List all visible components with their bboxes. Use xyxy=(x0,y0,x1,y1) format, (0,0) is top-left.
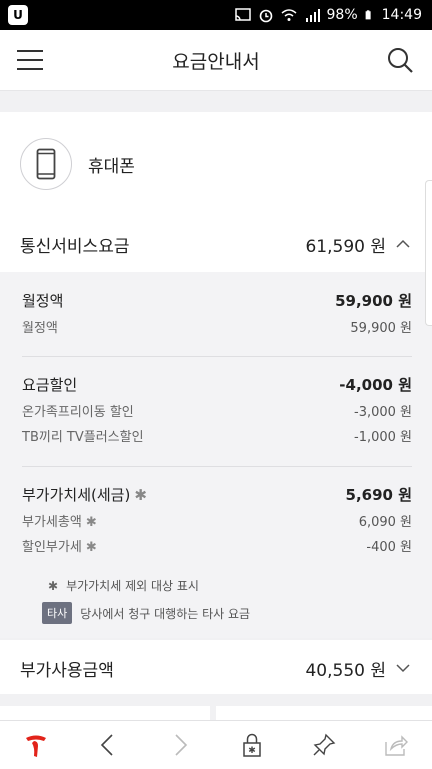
vat-legend: ✱ 부가가치세 제외 대상 표시 xyxy=(48,577,199,594)
next-card-edge xyxy=(216,706,432,720)
asterisk-icon: ✱ xyxy=(85,515,97,530)
app-notification-icon: U xyxy=(8,5,28,25)
discount-total: -4,000 원 xyxy=(339,375,412,394)
divider xyxy=(22,466,412,467)
device-row: 휴대폰 xyxy=(0,112,432,216)
status-bar: U 98% 14:49 xyxy=(0,0,432,30)
vat-group: 부가가치세(세금) ✱ 5,690 원 부가세총액 ✱ 6,090 원 할인부가세 ✱… xyxy=(22,480,412,558)
item-value: 59,900 원 xyxy=(350,321,412,336)
item-value: -400 원 xyxy=(366,540,412,555)
t-logo-icon[interactable] xyxy=(23,732,49,758)
alarm-icon xyxy=(259,9,272,23)
lock-icon[interactable]: ✱ xyxy=(239,732,265,758)
battery-icon xyxy=(365,10,371,20)
monthly-fee-item: 월정액 59,900 원 xyxy=(22,314,412,339)
phone-icon xyxy=(36,148,56,180)
item-value: 6,090 원 xyxy=(358,515,412,530)
vat-item: 할인부가세 ✱ -400 원 xyxy=(22,533,412,558)
scroll-indicator[interactable] xyxy=(425,180,432,326)
other-carrier-legend-text: 당사에서 청구 대행하는 타사 요금 xyxy=(80,606,251,621)
vat-item: 부가세총액 ✱ 6,090 원 xyxy=(22,508,412,533)
chevron-up-icon[interactable] xyxy=(396,237,410,251)
section-separator xyxy=(0,90,432,113)
signal-icon xyxy=(305,9,320,22)
vat-row: 부가가치세(세금) ✱ 5,690 원 xyxy=(22,480,412,508)
vat-title: 부가가치세(세금) xyxy=(22,485,131,504)
next-card-edge xyxy=(0,706,210,720)
discount-group: 요금할인 -4,000 원 온가족프리이동 할인 -3,000 원 TB끼리 T… xyxy=(22,370,412,448)
telecom-fee-header[interactable]: 통신서비스요금 61,590 원 xyxy=(0,216,432,272)
back-icon[interactable] xyxy=(95,732,121,758)
item-label: 월정액 xyxy=(22,321,58,336)
page-title: 요금안내서 xyxy=(172,50,260,73)
menu-icon[interactable] xyxy=(16,48,44,72)
item-value: -1,000 원 xyxy=(354,430,412,445)
battery-percent: 98% xyxy=(326,7,358,23)
monthly-fee-group: 월정액 59,900 원 월정액 59,900 원 xyxy=(22,286,412,339)
item-label: 할인부가세 xyxy=(22,540,82,555)
additional-usage-amount: 40,550 원 xyxy=(305,660,386,681)
vat-legend-text: 부가가치세 제외 대상 표시 xyxy=(66,579,199,593)
fee-detail-panel: 월정액 59,900 원 월정액 59,900 원 요금할인 -4,000 원 … xyxy=(0,272,432,638)
search-icon[interactable] xyxy=(386,46,414,74)
telecom-fee-amount: 61,590 원 xyxy=(305,236,386,257)
svg-text:✱: ✱ xyxy=(248,746,256,756)
additional-usage-title: 부가사용금액 xyxy=(20,660,114,681)
clock: 14:49 xyxy=(381,7,422,23)
item-label: 부가세총액 xyxy=(22,515,82,530)
item-value: -3,000 원 xyxy=(354,405,412,420)
section-separator xyxy=(0,694,432,720)
discount-row: 요금할인 -4,000 원 xyxy=(22,370,412,398)
asterisk-icon: ✱ xyxy=(85,540,97,555)
other-carrier-badge: 타사 xyxy=(42,602,73,624)
discount-title: 요금할인 xyxy=(22,375,78,394)
vat-total: 5,690 원 xyxy=(345,485,412,504)
chevron-down-icon[interactable] xyxy=(396,661,410,675)
asterisk-icon: ✱ xyxy=(134,485,147,504)
other-carrier-legend: 타사 당사에서 청구 대행하는 타사 요금 xyxy=(42,602,250,624)
monthly-fee-title: 월정액 xyxy=(22,291,64,310)
pin-icon[interactable] xyxy=(311,732,337,758)
monthly-fee-total: 59,900 원 xyxy=(335,291,412,310)
asterisk-icon: ✱ xyxy=(48,579,59,593)
discount-item: TB끼리 TV플러스할인 -1,000 원 xyxy=(22,423,412,448)
forward-icon[interactable] xyxy=(167,732,193,758)
share-icon[interactable] xyxy=(383,732,409,758)
item-label: TB끼리 TV플러스할인 xyxy=(22,430,144,445)
telecom-fee-title: 통신서비스요금 xyxy=(20,236,130,257)
additional-usage-header[interactable]: 부가사용금액 40,550 원 xyxy=(0,640,432,696)
wifi-icon xyxy=(281,9,297,21)
monthly-fee-row: 월정액 59,900 원 xyxy=(22,286,412,314)
device-label: 휴대폰 xyxy=(88,156,135,177)
item-label: 온가족프리이동 할인 xyxy=(22,405,134,420)
app-header: 요금안내서 xyxy=(0,30,432,90)
cast-icon xyxy=(234,8,251,21)
discount-item: 온가족프리이동 할인 -3,000 원 xyxy=(22,398,412,423)
device-icon-wrap xyxy=(20,138,72,190)
divider xyxy=(22,356,412,357)
bottom-toolbar: ✱ xyxy=(0,720,432,769)
